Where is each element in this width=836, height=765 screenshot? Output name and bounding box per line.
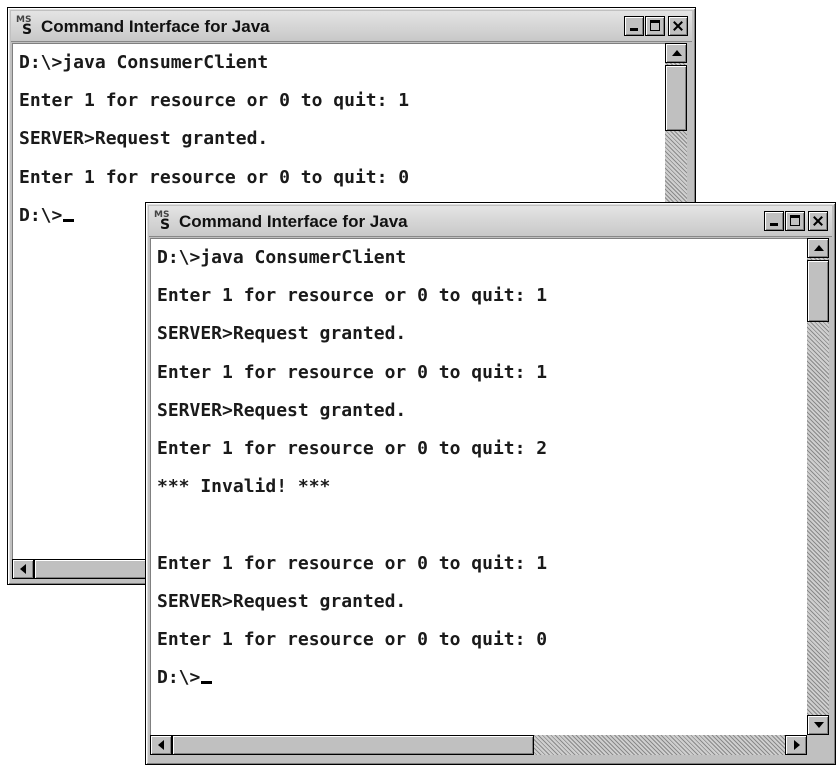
text-cursor — [201, 681, 213, 685]
back-scroll-up-button[interactable] — [665, 43, 687, 63]
back-vertical-scroll-thumb[interactable] — [665, 65, 687, 131]
front-vertical-scroll-thumb[interactable] — [807, 260, 829, 322]
front-console-window: MS S Command Interface for Java D:\>java … — [145, 202, 836, 765]
front-scroll-up-button[interactable] — [807, 238, 829, 258]
arrow-down-icon — [814, 722, 824, 728]
console-prompt-line: D:\> — [151, 659, 808, 697]
back-minimize-button[interactable] — [624, 16, 644, 36]
console-line: *** Invalid! *** — [157, 476, 331, 498]
console-line: SERVER>Request granted. — [157, 323, 407, 345]
console-line: SERVER>Request granted. — [19, 128, 269, 150]
console-line: Enter 1 for resource or 0 to quit: 2 — [157, 437, 548, 459]
back-scroll-left-button[interactable] — [12, 559, 34, 579]
console-line: Enter 1 for resource or 0 to quit: 0 — [157, 628, 548, 650]
ms-dos-icon: MS S — [154, 210, 171, 233]
arrow-left-icon — [20, 564, 26, 574]
back-window-title: Command Interface for Java — [41, 17, 270, 36]
front-console-output[interactable]: D:\>java ConsumerClient Enter 1 for reso… — [150, 238, 808, 736]
front-close-button[interactable] — [808, 211, 828, 231]
front-horizontal-scrollbar[interactable] — [150, 735, 807, 755]
front-scroll-right-button[interactable] — [785, 735, 807, 755]
console-line: Enter 1 for resource or 0 to quit: 1 — [19, 90, 410, 112]
console-prompt: D:\> — [157, 667, 201, 689]
front-title-bar[interactable]: MS S Command Interface for Java — [149, 206, 832, 237]
front-horizontal-scroll-thumb[interactable] — [172, 735, 534, 755]
back-close-button[interactable] — [668, 16, 688, 36]
front-scroll-corner — [807, 735, 829, 755]
console-line: Enter 1 for resource or 0 to quit: 0 — [19, 166, 410, 188]
front-scroll-left-button[interactable] — [150, 735, 172, 755]
back-maximize-button[interactable] — [645, 16, 665, 36]
console-line: Enter 1 for resource or 0 to quit: 1 — [157, 285, 548, 307]
front-vertical-scrollbar[interactable] — [807, 238, 829, 735]
arrow-left-icon — [158, 740, 164, 750]
console-prompt: D:\> — [19, 204, 63, 226]
front-window-title: Command Interface for Java — [179, 212, 408, 231]
arrow-right-icon — [794, 740, 800, 750]
front-scroll-down-button[interactable] — [807, 715, 829, 735]
console-line: SERVER>Request granted. — [157, 590, 407, 612]
ms-dos-icon: MS S — [16, 15, 33, 38]
console-line: Enter 1 for resource or 0 to quit: 1 — [157, 552, 548, 574]
front-minimize-button[interactable] — [764, 211, 784, 231]
arrow-up-icon — [814, 245, 824, 251]
console-line: D:\>java ConsumerClient — [157, 247, 407, 268]
console-line: SERVER>Request granted. — [157, 399, 407, 421]
back-title-bar[interactable]: MS S Command Interface for Java — [11, 11, 692, 42]
console-line: Enter 1 for resource or 0 to quit: 1 — [157, 361, 548, 383]
front-maximize-button[interactable] — [785, 211, 805, 231]
text-cursor — [63, 218, 75, 222]
console-line: D:\>java ConsumerClient — [19, 52, 269, 73]
arrow-up-icon — [672, 50, 682, 56]
